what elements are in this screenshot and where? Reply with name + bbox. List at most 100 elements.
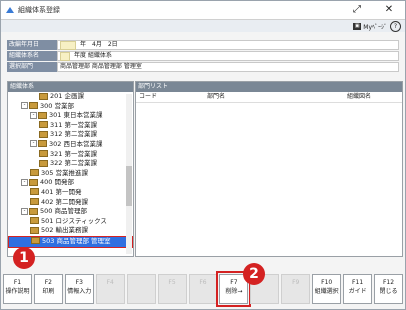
tree-item-label: 302 西日本営業課 <box>49 139 103 148</box>
fkey-label: ガイド <box>348 288 367 295</box>
date-field[interactable]: 年 4月 2日 <box>57 40 399 50</box>
title-bar: 組織体系登録 ⤢ ✕ <box>1 1 405 20</box>
scroll-thumb[interactable] <box>126 166 132 206</box>
org-tree[interactable]: 201 企画課 -300 営業部 -301 東日本営業課 311 第一営業課 312 第… <box>8 92 133 248</box>
info-row-system: 組織体系名 年度 組織体系 <box>7 51 399 61</box>
mypage-icon: ▣ <box>353 22 362 30</box>
folder-icon <box>30 217 39 225</box>
tree-item[interactable]: - 300 営業部 <box>8 102 133 112</box>
tree-item[interactable]: 502 輸出業務課 <box>8 226 133 236</box>
fkey-number: F7 <box>230 279 238 286</box>
app-window: 組織体系登録 ⤢ ✕ ▣ Myﾍﾟｰｼﾞ ? 改編年月日 年 4月 2日 組織体… <box>0 0 406 310</box>
system-field[interactable]: 年度 組織体系 <box>57 51 399 61</box>
folder-icon <box>38 140 47 148</box>
tree-item[interactable]: 501 ロジスティックス <box>8 217 133 227</box>
fkey-number: F1 <box>13 279 22 286</box>
folder-icon <box>39 92 48 100</box>
fkey-number: F2 <box>44 279 53 286</box>
tree-item-label: 201 企画課 <box>50 92 84 100</box>
folder-icon <box>30 188 39 196</box>
dept-field: 商品管理部 商品管理部 管理室 <box>57 62 399 72</box>
collapse-toggle-icon[interactable]: - <box>30 140 37 148</box>
help-icon[interactable]: ? <box>390 21 401 32</box>
folder-icon <box>38 111 47 119</box>
folder-icon <box>39 130 48 138</box>
toolbar <box>1 20 405 32</box>
fkey-f10-button[interactable]: F10 組織選択 <box>312 274 342 304</box>
collapse-toggle-icon[interactable]: - <box>21 207 28 215</box>
annotation-badge-1: 1 <box>13 247 35 269</box>
tree-item[interactable]: - 301 東日本営業課 <box>8 111 133 121</box>
info-row-dept: 選択部門 商品管理部 商品管理部 管理室 <box>7 62 399 72</box>
folder-icon <box>39 150 48 158</box>
folder-icon <box>30 226 39 234</box>
tree-item-label: 402 第二開発課 <box>41 197 88 206</box>
fkey-label: 削除→ <box>225 288 243 295</box>
fkey-label: 印刷 <box>42 288 55 295</box>
system-label: 組織体系名 <box>7 51 57 61</box>
fkey-number: F9 <box>292 279 300 286</box>
tree-item[interactable]: 312 第二営業課 <box>8 130 133 140</box>
tree-item-label: 501 ロジスティックス <box>41 216 107 225</box>
fkey-number: F12 <box>382 279 395 286</box>
mypage-label: Myﾍﾟｰｼﾞ <box>363 23 387 31</box>
tree-item[interactable]: - 302 西日本営業課 <box>8 140 133 150</box>
fkey-f2-button[interactable]: F2 印刷 <box>33 274 63 304</box>
annotation-badge-2: 2 <box>243 263 265 285</box>
fkey-f9-button: F9 <box>281 274 311 304</box>
tree-item[interactable]: 311 第一営業課 <box>8 121 133 131</box>
tree-item[interactable]: - 500 商品管理部 <box>8 207 133 217</box>
close-icon[interactable]: ✕ <box>381 3 397 17</box>
tree-item[interactable]: - 400 開発部 <box>8 178 133 188</box>
system-year-box[interactable] <box>60 51 70 61</box>
dept-list-header: 部門リスト <box>136 82 402 92</box>
tree-item-label: 400 開発部 <box>40 178 74 187</box>
fkey-label: 組織選択 <box>314 288 339 295</box>
info-row-date: 改編年月日 年 4月 2日 <box>7 40 399 50</box>
fkey-f5-button: F5 <box>157 274 187 304</box>
col-code: コード <box>139 93 158 100</box>
tree-item[interactable]: 321 第一営業課 <box>8 150 133 160</box>
col-dept-name: 部門名 <box>207 93 226 100</box>
mypage-button[interactable]: ▣ Myﾍﾟｰｼﾞ <box>353 21 387 31</box>
folder-icon <box>30 169 39 177</box>
fkey-number: F3 <box>75 279 83 286</box>
info-section: 改編年月日 年 4月 2日 組織体系名 年度 組織体系 選択部門 商品管理部 商… <box>7 40 399 73</box>
tree-scrollbar[interactable] <box>126 94 132 254</box>
tree-item-label: 502 輸出業務課 <box>41 226 88 235</box>
fkey-number: F4 <box>106 279 114 286</box>
tree-item[interactable]: 201 企画課 <box>8 92 133 102</box>
date-year-box[interactable] <box>60 40 76 50</box>
fkey-number: F5 <box>168 279 176 286</box>
folder-icon <box>29 207 38 215</box>
org-tree-header: 組織体系 <box>8 82 133 92</box>
folder-icon <box>31 237 40 245</box>
tree-item-label: 321 第一営業課 <box>50 149 97 158</box>
tree-item[interactable]: 401 第一開発 <box>8 188 133 198</box>
tree-item-label: 322 第二営業課 <box>50 159 97 168</box>
fkey-f3-button[interactable]: F3 情報入力 <box>64 274 94 304</box>
fkey-f12-button[interactable]: F12 閉じる <box>374 274 403 304</box>
tree-item-label: 301 東日本営業課 <box>49 111 103 120</box>
fkey-f6-button: F6 <box>188 274 218 304</box>
folder-icon <box>30 198 39 206</box>
collapse-toggle-icon[interactable]: - <box>21 102 28 110</box>
tree-item[interactable]: 402 第二開発課 <box>8 198 133 208</box>
fkey-f11-button[interactable]: F11 ガイド <box>343 274 373 304</box>
tree-item-selected[interactable]: 503 商品管理部 管理室 <box>8 235 133 248</box>
fkey-number: F11 <box>352 279 364 286</box>
tree-item-label: 503 商品管理部 管理室 <box>42 236 111 245</box>
fkey-label: 操作説明 <box>5 288 30 295</box>
tree-item[interactable]: 305 営業推進課 <box>8 169 133 179</box>
collapse-toggle-icon[interactable]: - <box>21 178 28 186</box>
expand-icon[interactable]: ⤢ <box>349 3 365 17</box>
dept-list-panel: 部門リスト コード 部門名 組織図名 <box>135 81 403 257</box>
collapse-toggle-icon[interactable]: - <box>30 111 37 119</box>
tree-item[interactable]: 322 第二営業課 <box>8 159 133 169</box>
folder-icon <box>29 178 38 186</box>
fkey-f1-button[interactable]: F1 操作説明 <box>3 274 32 304</box>
folder-icon <box>39 159 48 167</box>
tree-item-label: 312 第二営業課 <box>50 130 97 139</box>
function-key-bar: F1 操作説明 F2 印刷 F3 情報入力 F4 F5 F6 F7 削除→ F9 F10 組織選択 F11 ガ… <box>3 271 403 307</box>
date-label: 改編年月日 <box>7 40 57 50</box>
